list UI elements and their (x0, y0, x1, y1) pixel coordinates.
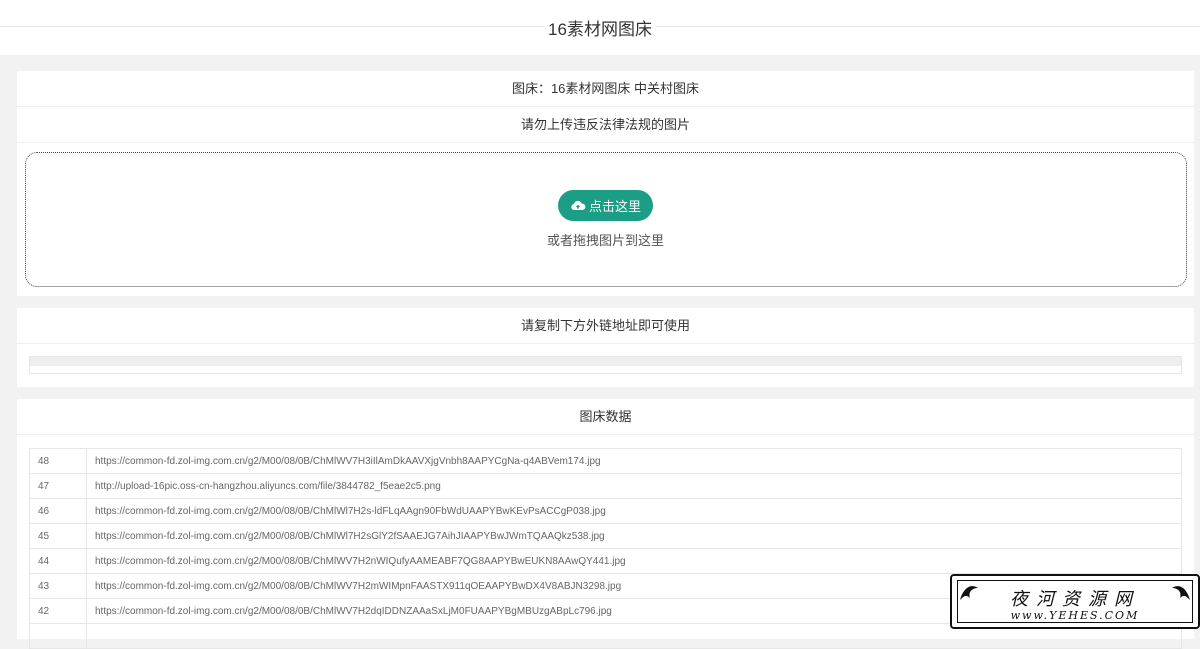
upload-button-label: 点击这里 (588, 199, 641, 214)
table-row: 48 https://common-fd.zol-img.com.cn/g2/M0… (29, 448, 1182, 474)
table-row: 45 https://common-fd.zol-img.com.cn/g2/M0… (29, 523, 1182, 549)
row-id (29, 623, 87, 649)
row-url[interactable]: https://common-fd.zol-img.com.cn/g2/M00/… (86, 548, 1182, 574)
upload-warning: 请勿上传违反法律法规的图片 (17, 107, 1194, 143)
row-url[interactable]: http://upload-16pic.oss-cn-hangzhou.aliy… (86, 473, 1182, 499)
row-id: 47 (29, 473, 87, 499)
drag-hint: 或者拖拽图片到这里 (546, 233, 664, 248)
row-id: 45 (29, 523, 87, 549)
upload-card: 图床：16素材网图床 中关村图床 请勿上传违反法律法规的图片 点击这里 或者拖拽… (17, 71, 1194, 296)
page-title: 16素材网图床 (0, 15, 1200, 40)
row-id: 44 (29, 548, 87, 574)
table-row: 46 https://common-fd.zol-img.com.cn/g2/M0… (29, 498, 1182, 524)
link-card-title: 请复制下方外链地址即可使用 (17, 308, 1194, 344)
row-id: 48 (29, 448, 87, 474)
upload-button[interactable]: 点击这里 (558, 190, 653, 221)
table-row: 47 http://upload-16pic.oss-cn-hangzhou.al… (29, 473, 1182, 499)
row-url[interactable]: https://common-fd.zol-img.com.cn/g2/M00/… (86, 523, 1182, 549)
row-url[interactable]: https://common-fd.zol-img.com.cn/g2/M00/… (86, 448, 1182, 474)
host-label: 图床：16素材网图床 中关村图床 (17, 71, 1194, 107)
cloud-upload-icon (571, 200, 586, 210)
watermark-site: www.YEHES.COM (1010, 609, 1140, 622)
watermark-name: 夜河资源网 (1010, 589, 1140, 610)
row-url[interactable]: https://common-fd.zol-img.com.cn/g2/M00/… (86, 498, 1182, 524)
link-card: 请复制下方外链地址即可使用 (17, 308, 1194, 387)
table-row: 44 https://common-fd.zol-img.com.cn/g2/M0… (29, 548, 1182, 574)
watermark-badge: 夜河资源网 www.YEHES.COM (950, 574, 1200, 629)
row-id: 42 (29, 598, 87, 624)
link-output-strip (30, 357, 1181, 366)
link-output-field[interactable] (29, 356, 1182, 374)
row-id: 43 (29, 573, 87, 599)
top-header: 16素材网图床 (0, 0, 1200, 55)
data-card-title: 图床数据 (17, 399, 1194, 435)
row-id: 46 (29, 498, 87, 524)
